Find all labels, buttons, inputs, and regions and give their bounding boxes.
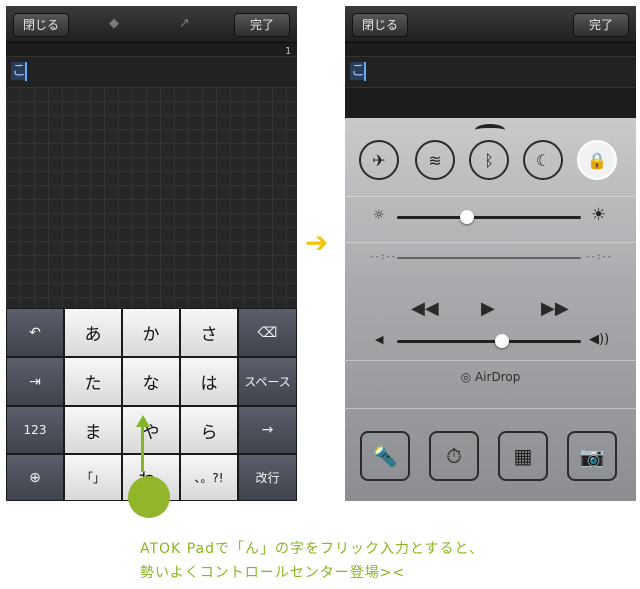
volume-knob[interactable] xyxy=(494,334,509,348)
number-mode-key[interactable]: 123 xyxy=(6,406,64,454)
airdrop-icon: ◎ xyxy=(460,370,475,384)
close-button[interactable]: 閉じる xyxy=(13,13,69,37)
airplane-icon[interactable]: ✈ xyxy=(359,140,399,180)
brightness-knob[interactable] xyxy=(459,210,474,224)
done-button[interactable]: 完了 xyxy=(573,13,629,37)
flashlight-icon[interactable]: 🔦 xyxy=(360,431,410,481)
airdrop-button[interactable]: ◎ AirDrop xyxy=(345,370,636,384)
calculator-icon[interactable]: ▦ xyxy=(498,431,548,481)
left-screen: 閉じる ◆ ↗ 完了 1 こ ↶ ⇥ 123 ⊕ あ か さ た な は ま や… xyxy=(6,6,297,501)
rotation-lock-icon[interactable]: 🔒 xyxy=(577,140,617,180)
kana-key-ra[interactable]: ら xyxy=(180,406,238,454)
writing-area[interactable] xyxy=(6,87,297,308)
close-button[interactable]: 閉じる xyxy=(352,13,408,37)
brightness-slider[interactable] xyxy=(397,216,581,219)
done-button[interactable]: 完了 xyxy=(234,13,290,37)
text-input-line[interactable]: こ xyxy=(6,56,297,88)
timer-icon[interactable]: ⏱ xyxy=(429,431,479,481)
kana-key-a[interactable]: あ xyxy=(64,308,122,357)
text-input-line[interactable]: こ xyxy=(345,56,636,88)
cursor-right-key[interactable]: → xyxy=(238,406,297,454)
share-icon[interactable]: ↗ xyxy=(179,17,190,31)
caption-line-2: 勢いよくコントロールセンター登場>< xyxy=(140,565,406,581)
separator xyxy=(345,242,636,243)
rewind-icon[interactable]: ◀◀ xyxy=(411,300,439,318)
separator xyxy=(345,408,636,409)
kana-key-na[interactable]: な xyxy=(122,357,180,406)
kana-key-ha[interactable]: は xyxy=(180,357,238,406)
touch-point-marker xyxy=(128,476,170,518)
control-center-panel: ✈ ≋ ᛒ ☾ 🔒 ☼ ☀ --:-- --:-- ◀◀ ▶ ▶▶ ◀ ◀)) … xyxy=(345,118,636,501)
wifi-icon[interactable]: ≋ xyxy=(415,140,455,180)
kana-key-ya[interactable]: や xyxy=(122,406,180,454)
airdrop-label: AirDrop xyxy=(474,370,521,384)
tab-key[interactable]: ⇥ xyxy=(6,357,64,406)
kana-key-ma[interactable]: ま xyxy=(64,406,122,454)
caption-line-1: ATOK Padで「ん」の字をフリック入力とすると、 xyxy=(140,541,484,557)
kana-key-sa[interactable]: さ xyxy=(180,308,238,357)
transition-arrow-icon: ➔ xyxy=(305,226,329,259)
bluetooth-icon[interactable]: ᛒ xyxy=(469,140,509,180)
undo-key[interactable]: ↶ xyxy=(6,308,64,357)
tag-icon[interactable]: ◆ xyxy=(109,17,119,31)
delete-key[interactable]: ⌫ xyxy=(238,308,297,357)
separator xyxy=(345,196,636,197)
volume-low-icon: ◀ xyxy=(375,333,384,346)
space-key[interactable]: スペース xyxy=(238,357,297,406)
brightness-high-icon: ☀ xyxy=(591,205,607,225)
remaining-time: --:-- xyxy=(585,252,613,262)
text-caret xyxy=(364,62,366,81)
volume-slider[interactable] xyxy=(397,340,581,343)
kana-key-ka[interactable]: か xyxy=(122,308,180,357)
brightness-low-icon: ☼ xyxy=(373,208,385,223)
play-icon[interactable]: ▶ xyxy=(481,300,495,318)
top-bar: 閉じる ◆ ↗ 完了 xyxy=(6,6,297,43)
return-key[interactable]: 改行 xyxy=(238,454,297,501)
elapsed-time: --:-- xyxy=(369,252,397,262)
volume-high-icon: ◀)) xyxy=(589,332,610,347)
playback-scrubber[interactable] xyxy=(397,257,581,259)
flick-arrow-head xyxy=(136,415,150,427)
fast-forward-icon[interactable]: ▶▶ xyxy=(541,300,569,318)
moon-icon[interactable]: ☾ xyxy=(523,140,563,180)
grabber-handle[interactable] xyxy=(475,124,505,136)
right-screen: 閉じる 完了 こ ✈ ≋ ᛒ ☾ 🔒 ☼ ☀ --:-- --:-- ◀◀ ▶ … xyxy=(345,6,636,501)
kana-key-ta[interactable]: た xyxy=(64,357,122,406)
top-bar: 閉じる 完了 xyxy=(345,6,636,43)
flick-arrow-shaft xyxy=(141,424,144,472)
globe-key[interactable]: ⊕ xyxy=(6,454,64,501)
text-caret xyxy=(25,62,27,81)
flick-keyboard: ↶ ⇥ 123 ⊕ あ か さ た な は ま や ら 「」 わ_ 、。?! ⌫… xyxy=(6,308,297,501)
separator xyxy=(345,360,636,361)
bracket-key[interactable]: 「」 xyxy=(64,454,122,501)
camera-icon[interactable]: 📷 xyxy=(567,431,617,481)
punctuation-key[interactable]: 、。?! xyxy=(180,454,238,501)
